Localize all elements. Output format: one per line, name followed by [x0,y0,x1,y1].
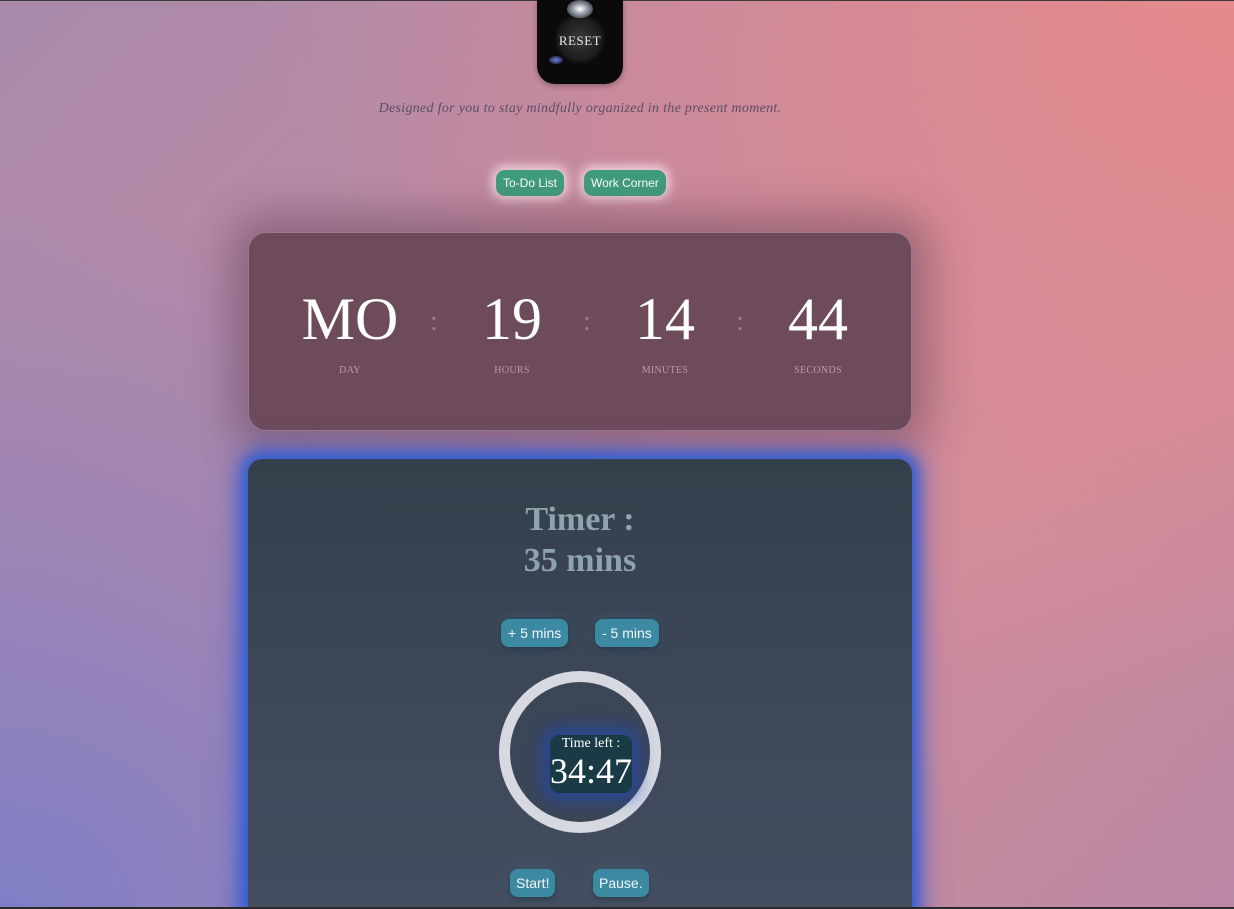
logo-light-flare [567,0,593,18]
clock-seconds: 44 SECONDS [743,283,893,376]
timer-ring-center: Time left : 34:47 [510,682,650,822]
logo-lens-flare [549,56,563,64]
subtract-5-mins-button[interactable]: - 5 mins [595,619,659,647]
clock-day: MO DAY [275,283,425,376]
reset-logo: RESET [537,0,623,84]
logo-text: RESET [558,33,602,48]
timer-title: Timer : 35 mins [248,499,912,581]
pause-button[interactable]: Pause. [593,869,649,897]
time-left-value: 34:47 [550,751,633,791]
timer-card: Timer : 35 mins + 5 mins - 5 mins Time l… [248,459,912,909]
clock-day-value: MO [301,286,399,352]
clock-hours-label: HOURS [494,365,530,376]
clock-seconds-value: 44 [788,286,848,352]
clock-minutes: 14 MINUTES [590,283,740,376]
start-button[interactable]: Start! [510,869,556,897]
time-left-display: Time left : 34:47 [550,735,632,793]
clock-card: MO DAY : 19 HOURS : 14 MINUTES : 44 SECO… [248,232,912,431]
clock-hours: 19 HOURS [437,283,587,376]
add-5-mins-button[interactable]: + 5 mins [501,619,569,647]
clock-day-label: DAY [339,365,361,376]
time-left-label: Time left : [561,736,621,751]
todo-list-button[interactable]: To-Do List [496,170,565,196]
work-corner-button[interactable]: Work Corner [584,170,666,196]
timer-progress-ring: Time left : 34:47 [499,671,661,833]
tagline: Designed for you to stay mindfully organ… [378,101,782,116]
clock-minutes-label: MINUTES [641,365,689,376]
timer-duration: 35 mins [523,542,637,579]
clock-seconds-label: SECONDS [794,365,842,376]
clock-minutes-value: 14 [635,286,695,352]
timer-title-line1: Timer : [525,501,635,538]
clock-hours-value: 19 [482,286,542,352]
